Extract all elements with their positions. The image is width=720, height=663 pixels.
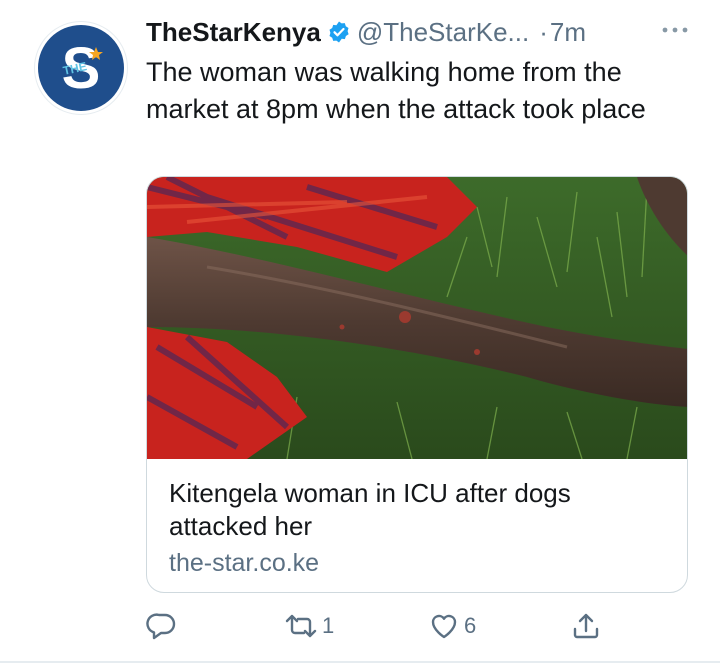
tweet-timestamp[interactable]: 7m bbox=[550, 17, 586, 48]
retweet-count: 1 bbox=[322, 613, 335, 638]
tweet-header: TheStarKenya @TheStarKe... · 7m bbox=[146, 12, 690, 52]
author-handle[interactable]: @TheStarKe... bbox=[357, 17, 529, 48]
author-name[interactable]: TheStarKenya bbox=[146, 17, 321, 48]
retweet-icon bbox=[284, 610, 318, 642]
like-count: 6 bbox=[464, 613, 477, 638]
card-image bbox=[147, 177, 687, 460]
share-button[interactable] bbox=[570, 610, 602, 642]
card-body: Kitengela woman in ICU after dogs attack… bbox=[169, 477, 667, 578]
tweet-text: The woman was walking home from the mark… bbox=[146, 57, 646, 124]
tweet-actions: 1 6 bbox=[146, 604, 616, 648]
reply-icon bbox=[146, 610, 178, 642]
card-title: Kitengela woman in ICU after dogs attack… bbox=[169, 478, 571, 541]
heart-icon bbox=[428, 610, 460, 642]
reply-button[interactable] bbox=[146, 610, 182, 642]
retweet-button[interactable]: 1 bbox=[284, 610, 334, 642]
link-preview-card[interactable]: Kitengela woman in ICU after dogs attack… bbox=[146, 176, 688, 593]
like-button[interactable]: 6 bbox=[428, 610, 476, 642]
separator-dot: · bbox=[539, 16, 548, 47]
share-icon bbox=[570, 610, 602, 642]
avatar-logo: S THE bbox=[38, 25, 124, 111]
more-options-icon[interactable] bbox=[660, 18, 690, 41]
card-domain: the-star.co.ke bbox=[169, 549, 320, 577]
verified-badge-icon bbox=[327, 20, 351, 44]
avatar[interactable]: S THE bbox=[35, 22, 127, 114]
